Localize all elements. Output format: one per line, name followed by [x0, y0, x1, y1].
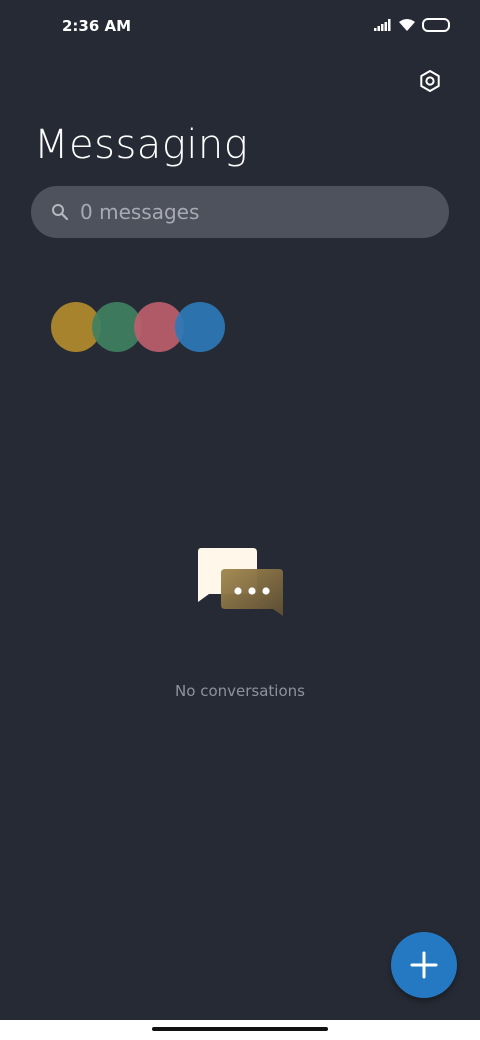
chat-bubbles-icon — [195, 546, 287, 626]
wifi-icon — [399, 19, 415, 31]
signal-icon — [374, 19, 391, 31]
navigation-bar — [0, 1020, 480, 1040]
home-indicator[interactable] — [152, 1027, 328, 1031]
status-bar: 2:36 AM — [0, 0, 480, 56]
avatar — [175, 302, 225, 352]
empty-state-text: No conversations — [175, 682, 305, 700]
settings-button[interactable] — [414, 65, 446, 97]
new-conversation-button[interactable] — [391, 932, 457, 998]
status-time: 2:36 AM — [62, 17, 132, 35]
search-input[interactable] — [80, 186, 420, 238]
plus-icon — [410, 951, 438, 979]
page-title: Messaging — [34, 122, 249, 168]
status-icons — [374, 18, 450, 32]
battery-icon — [422, 18, 450, 32]
search-icon — [52, 204, 69, 221]
avatar-group[interactable] — [50, 300, 230, 354]
settings-icon — [420, 70, 440, 92]
search-bar[interactable] — [31, 186, 449, 238]
